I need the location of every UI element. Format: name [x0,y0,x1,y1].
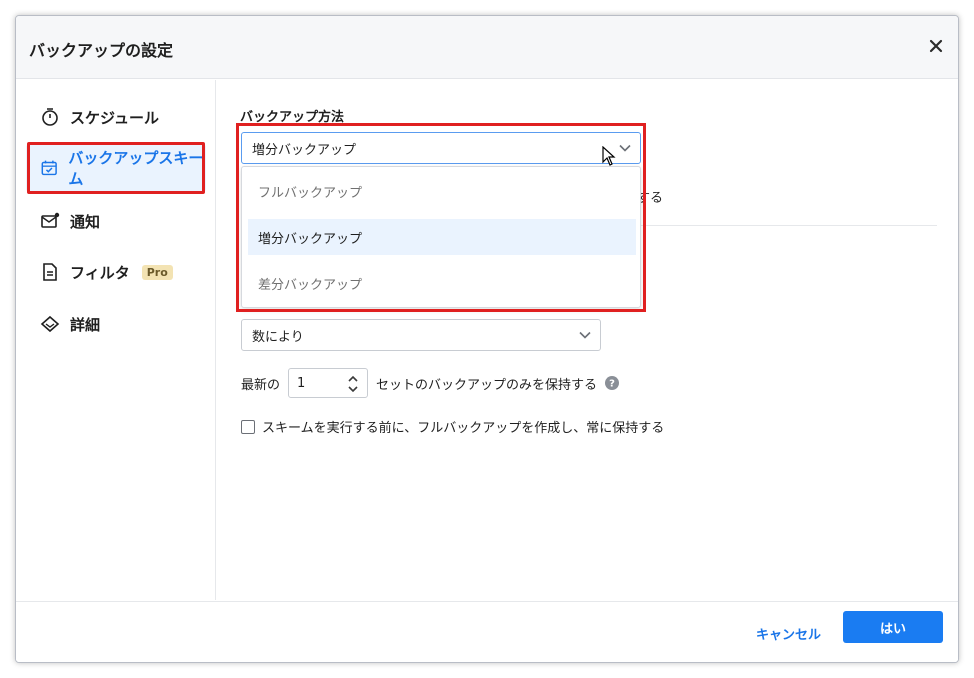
dialog-footer: キャンセル はい [16,601,958,662]
section-divider [637,225,937,226]
diamond-icon [40,315,60,333]
help-icon[interactable]: ? [605,376,620,390]
dialog-titlebar: バックアップの設定 [16,16,958,79]
full-backup-option[interactable]: スキームを実行する前に、フルバックアップを作成し、常に保持する [241,417,664,436]
pro-badge: Pro [141,264,173,280]
scheme-settings-panel: バックアップ方法 増分バックアップ フルバックアップ 増分バックアップ 差分バッ… [217,80,957,600]
full-backup-checkbox[interactable] [241,419,255,434]
keep-count-stepper[interactable]: 1 [288,368,369,398]
document-icon [43,263,57,281]
backup-method-label: バックアップ方法 [240,110,345,125]
full-backup-checkbox-label: スキームを実行する前に、フルバックアップを作成し、常に保持する [262,421,665,436]
mouse-cursor-icon [602,146,616,166]
backup-method-select[interactable]: 増分バックアップ [241,132,641,164]
settings-sidebar: スケジュール バックアップスキーム 通知 フィルタ Pro 詳細 [16,80,216,600]
backup-settings-dialog: バックアップの設定 スケジュール バックアップスキーム 通知 フィルタ Pro … [15,15,959,663]
sidebar-item-label: バックアップスキーム [68,149,204,188]
sidebar-item-label: 通知 [70,212,101,231]
sidebar-item-label: フィルタ [70,263,130,282]
sidebar-item-schedule[interactable]: スケジュール [26,94,206,140]
calendar-check-icon [41,160,57,176]
timer-icon [42,108,58,126]
sidebar-item-filter[interactable]: フィルタ Pro [26,249,206,295]
ok-button[interactable]: はい [843,611,943,643]
keep-latest-row: 最新の 1 セットのバックアップのみを保持する ? [241,368,620,398]
dialog-title: バックアップの設定 [29,41,174,60]
cleanup-method-select[interactable]: 数により [241,319,601,351]
keep-count-value: 1 [297,375,306,391]
chevron-down-icon [579,331,591,339]
sidebar-item-label: スケジュール [70,108,159,127]
sidebar-item-backup-scheme[interactable]: バックアップスキーム [26,145,206,191]
keep-suffix-label: セットのバックアップのみを保持する [376,377,598,393]
cancel-button[interactable]: キャンセル [756,624,821,643]
option-full-backup[interactable]: フルバックアップ [248,173,636,209]
keep-prefix-label: 最新の [241,377,281,393]
stepper-arrows-icon[interactable] [347,373,359,395]
chevron-down-icon [619,144,631,152]
cleanup-method-value: 数により [252,329,304,345]
sidebar-item-label: 詳細 [70,315,101,334]
svg-text:?: ? [609,379,615,390]
backup-method-value: 増分バックアップ [252,142,357,158]
backup-method-dropdown: フルバックアップ 増分バックアップ 差分バックアップ [241,166,641,308]
option-incremental-backup[interactable]: 増分バックアップ [248,219,636,255]
close-icon[interactable] [926,36,946,56]
mail-notification-icon [41,212,60,228]
sidebar-item-notification[interactable]: 通知 [26,198,206,244]
sidebar-item-details[interactable]: 詳細 [26,301,206,347]
option-differential-backup[interactable]: 差分バックアップ [248,265,636,301]
